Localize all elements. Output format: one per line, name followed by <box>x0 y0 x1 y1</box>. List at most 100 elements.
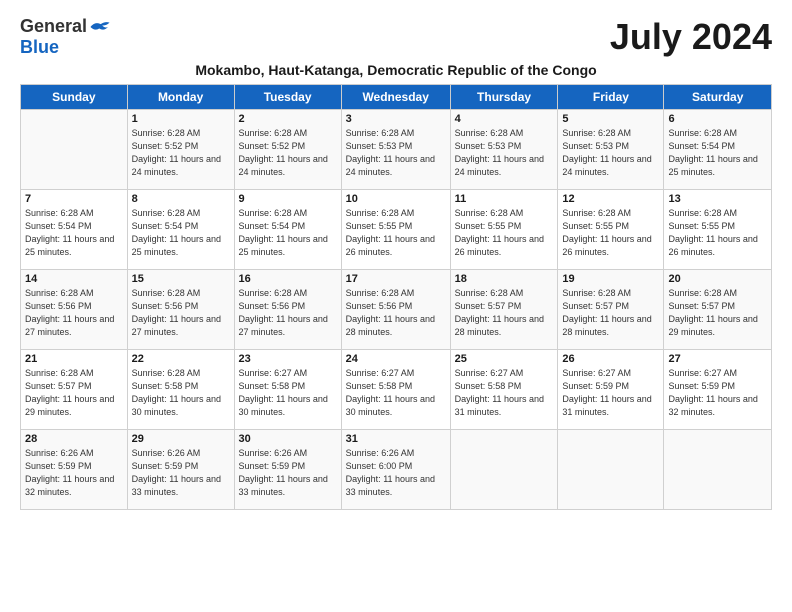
day-number: 18 <box>455 273 554 285</box>
day-detail: Sunrise: 6:28 AM Sunset: 5:56 PM Dayligh… <box>132 287 230 339</box>
calendar-cell: 11Sunrise: 6:28 AM Sunset: 5:55 PM Dayli… <box>450 190 558 270</box>
calendar-cell: 6 Sunrise: 6:28 AM Sunset: 5:54 PM Daylig… <box>664 110 772 190</box>
calendar-cell: 2 Sunrise: 6:28 AM Sunset: 5:52 PM Daylig… <box>234 110 341 190</box>
day-detail: Sunrise: 6:28 AM Sunset: 5:54 PM Dayligh… <box>25 207 123 259</box>
day-number: 12 <box>562 193 659 205</box>
month-title: July 2024 <box>610 16 772 58</box>
calendar-cell: 13Sunrise: 6:28 AM Sunset: 5:55 PM Dayli… <box>664 190 772 270</box>
calendar-cell: 24 Sunrise: 6:27 AM Sunset: 5:58 PM Dayli… <box>341 350 450 430</box>
page-header: General Blue July 2024 <box>20 16 772 58</box>
day-detail: Sunrise: 6:28 AM Sunset: 5:55 PM Dayligh… <box>668 207 767 259</box>
calendar-cell <box>664 430 772 510</box>
calendar-cell: 18Sunrise: 6:28 AM Sunset: 5:57 PM Dayli… <box>450 270 558 350</box>
day-number: 11 <box>455 193 554 205</box>
day-number: 17 <box>346 273 446 285</box>
col-tuesday: Tuesday <box>234 85 341 110</box>
logo-blue: Blue <box>20 37 59 58</box>
day-number: 27 <box>668 353 767 365</box>
day-number: 2 <box>239 113 337 125</box>
day-detail: Sunrise: 6:28 AM Sunset: 5:58 PM Dayligh… <box>132 367 230 419</box>
day-detail: Sunrise: 6:27 AM Sunset: 5:58 PM Dayligh… <box>239 367 337 419</box>
calendar-week-5: 28 Sunrise: 6:26 AM Sunset: 5:59 PM Dayli… <box>21 430 772 510</box>
day-number: 28 <box>25 433 123 445</box>
day-number: 30 <box>239 433 337 445</box>
calendar-cell: 3 Sunrise: 6:28 AM Sunset: 5:53 PM Daylig… <box>341 110 450 190</box>
col-saturday: Saturday <box>664 85 772 110</box>
day-detail: Sunrise: 6:26 AM Sunset: 5:59 PM Dayligh… <box>25 447 123 499</box>
header-row: Sunday Monday Tuesday Wednesday Thursday… <box>21 85 772 110</box>
day-number: 9 <box>239 193 337 205</box>
calendar-cell: 5 Sunrise: 6:28 AM Sunset: 5:53 PM Daylig… <box>558 110 664 190</box>
calendar-page: General Blue July 2024 Mokambo, Haut-Kat… <box>0 0 792 520</box>
calendar-cell: 14 Sunrise: 6:28 AM Sunset: 5:56 PM Dayli… <box>21 270 128 350</box>
calendar-cell <box>450 430 558 510</box>
calendar-table: Sunday Monday Tuesday Wednesday Thursday… <box>20 84 772 510</box>
calendar-cell: 22 Sunrise: 6:28 AM Sunset: 5:58 PM Dayli… <box>127 350 234 430</box>
calendar-subtitle: Mokambo, Haut-Katanga, Democratic Republ… <box>20 62 772 78</box>
day-detail: Sunrise: 6:28 AM Sunset: 5:54 PM Dayligh… <box>668 127 767 179</box>
day-detail: Sunrise: 6:28 AM Sunset: 5:53 PM Dayligh… <box>346 127 446 179</box>
day-number: 8 <box>132 193 230 205</box>
logo-general: General <box>20 16 87 37</box>
calendar-cell: 20 Sunrise: 6:28 AM Sunset: 5:57 PM Dayli… <box>664 270 772 350</box>
day-detail: Sunrise: 6:28 AM Sunset: 5:56 PM Dayligh… <box>25 287 123 339</box>
calendar-cell <box>558 430 664 510</box>
day-number: 15 <box>132 273 230 285</box>
calendar-cell: 17 Sunrise: 6:28 AM Sunset: 5:56 PM Dayli… <box>341 270 450 350</box>
day-number: 22 <box>132 353 230 365</box>
day-number: 14 <box>25 273 123 285</box>
day-detail: Sunrise: 6:28 AM Sunset: 5:56 PM Dayligh… <box>239 287 337 339</box>
day-number: 4 <box>455 113 554 125</box>
day-detail: Sunrise: 6:28 AM Sunset: 5:52 PM Dayligh… <box>239 127 337 179</box>
day-number: 24 <box>346 353 446 365</box>
calendar-cell: 25Sunrise: 6:27 AM Sunset: 5:58 PM Dayli… <box>450 350 558 430</box>
day-number: 23 <box>239 353 337 365</box>
calendar-cell: 10 Sunrise: 6:28 AM Sunset: 5:55 PM Dayli… <box>341 190 450 270</box>
calendar-cell <box>21 110 128 190</box>
calendar-week-4: 21 Sunrise: 6:28 AM Sunset: 5:57 PM Dayli… <box>21 350 772 430</box>
day-number: 20 <box>668 273 767 285</box>
day-number: 21 <box>25 353 123 365</box>
day-detail: Sunrise: 6:28 AM Sunset: 5:53 PM Dayligh… <box>562 127 659 179</box>
day-number: 7 <box>25 193 123 205</box>
calendar-cell: 27Sunrise: 6:27 AM Sunset: 5:59 PM Dayli… <box>664 350 772 430</box>
calendar-body: 1 Sunrise: 6:28 AM Sunset: 5:52 PM Daylig… <box>21 110 772 510</box>
day-number: 29 <box>132 433 230 445</box>
col-wednesday: Wednesday <box>341 85 450 110</box>
calendar-cell: 30Sunrise: 6:26 AM Sunset: 5:59 PM Dayli… <box>234 430 341 510</box>
day-number: 5 <box>562 113 659 125</box>
calendar-cell: 23 Sunrise: 6:27 AM Sunset: 5:58 PM Dayli… <box>234 350 341 430</box>
day-number: 3 <box>346 113 446 125</box>
calendar-cell: 8 Sunrise: 6:28 AM Sunset: 5:54 PM Daylig… <box>127 190 234 270</box>
day-number: 1 <box>132 113 230 125</box>
calendar-cell: 9Sunrise: 6:28 AM Sunset: 5:54 PM Daylig… <box>234 190 341 270</box>
calendar-cell: 19Sunrise: 6:28 AM Sunset: 5:57 PM Dayli… <box>558 270 664 350</box>
calendar-cell: 31Sunrise: 6:26 AM Sunset: 6:00 PM Dayli… <box>341 430 450 510</box>
calendar-cell: 1Sunrise: 6:28 AM Sunset: 5:52 PM Daylig… <box>127 110 234 190</box>
day-detail: Sunrise: 6:27 AM Sunset: 5:59 PM Dayligh… <box>562 367 659 419</box>
day-detail: Sunrise: 6:28 AM Sunset: 5:55 PM Dayligh… <box>346 207 446 259</box>
day-number: 16 <box>239 273 337 285</box>
day-detail: Sunrise: 6:28 AM Sunset: 5:54 PM Dayligh… <box>132 207 230 259</box>
day-detail: Sunrise: 6:28 AM Sunset: 5:57 PM Dayligh… <box>562 287 659 339</box>
calendar-week-2: 7 Sunrise: 6:28 AM Sunset: 5:54 PM Daylig… <box>21 190 772 270</box>
day-detail: Sunrise: 6:28 AM Sunset: 5:56 PM Dayligh… <box>346 287 446 339</box>
day-detail: Sunrise: 6:26 AM Sunset: 5:59 PM Dayligh… <box>132 447 230 499</box>
calendar-cell: 21 Sunrise: 6:28 AM Sunset: 5:57 PM Dayli… <box>21 350 128 430</box>
calendar-cell: 16 Sunrise: 6:28 AM Sunset: 5:56 PM Dayli… <box>234 270 341 350</box>
day-detail: Sunrise: 6:28 AM Sunset: 5:57 PM Dayligh… <box>25 367 123 419</box>
col-sunday: Sunday <box>21 85 128 110</box>
day-detail: Sunrise: 6:26 AM Sunset: 6:00 PM Dayligh… <box>346 447 446 499</box>
calendar-week-3: 14 Sunrise: 6:28 AM Sunset: 5:56 PM Dayli… <box>21 270 772 350</box>
day-number: 26 <box>562 353 659 365</box>
day-detail: Sunrise: 6:27 AM Sunset: 5:58 PM Dayligh… <box>346 367 446 419</box>
calendar-cell: 7 Sunrise: 6:28 AM Sunset: 5:54 PM Daylig… <box>21 190 128 270</box>
calendar-cell: 4Sunrise: 6:28 AM Sunset: 5:53 PM Daylig… <box>450 110 558 190</box>
col-monday: Monday <box>127 85 234 110</box>
day-number: 10 <box>346 193 446 205</box>
day-detail: Sunrise: 6:28 AM Sunset: 5:55 PM Dayligh… <box>562 207 659 259</box>
day-detail: Sunrise: 6:28 AM Sunset: 5:57 PM Dayligh… <box>668 287 767 339</box>
calendar-cell: 28 Sunrise: 6:26 AM Sunset: 5:59 PM Dayli… <box>21 430 128 510</box>
day-number: 6 <box>668 113 767 125</box>
day-detail: Sunrise: 6:27 AM Sunset: 5:58 PM Dayligh… <box>455 367 554 419</box>
